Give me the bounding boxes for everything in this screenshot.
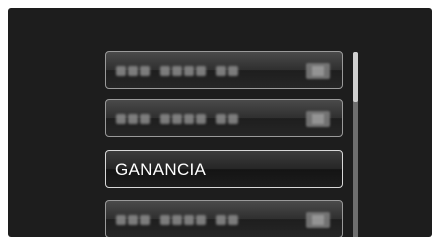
setting-value-icon xyxy=(306,111,330,127)
menu-item-2[interactable] xyxy=(105,99,343,137)
menu-item-1[interactable] xyxy=(105,51,343,89)
scroll-thumb[interactable] xyxy=(353,52,358,102)
obscured-label xyxy=(116,215,238,225)
menu-item-label: GANANCIA xyxy=(115,160,207,179)
menu-item-ganancia[interactable]: GANANCIA xyxy=(105,150,343,188)
camera-menu-screen: GANANCIA xyxy=(8,8,432,237)
menu-item-4[interactable] xyxy=(105,200,343,237)
obscured-label xyxy=(116,66,238,76)
setting-value-icon xyxy=(306,212,330,228)
obscured-label xyxy=(116,114,238,124)
setting-value-icon xyxy=(306,63,330,79)
scrollbar[interactable] xyxy=(353,52,358,237)
